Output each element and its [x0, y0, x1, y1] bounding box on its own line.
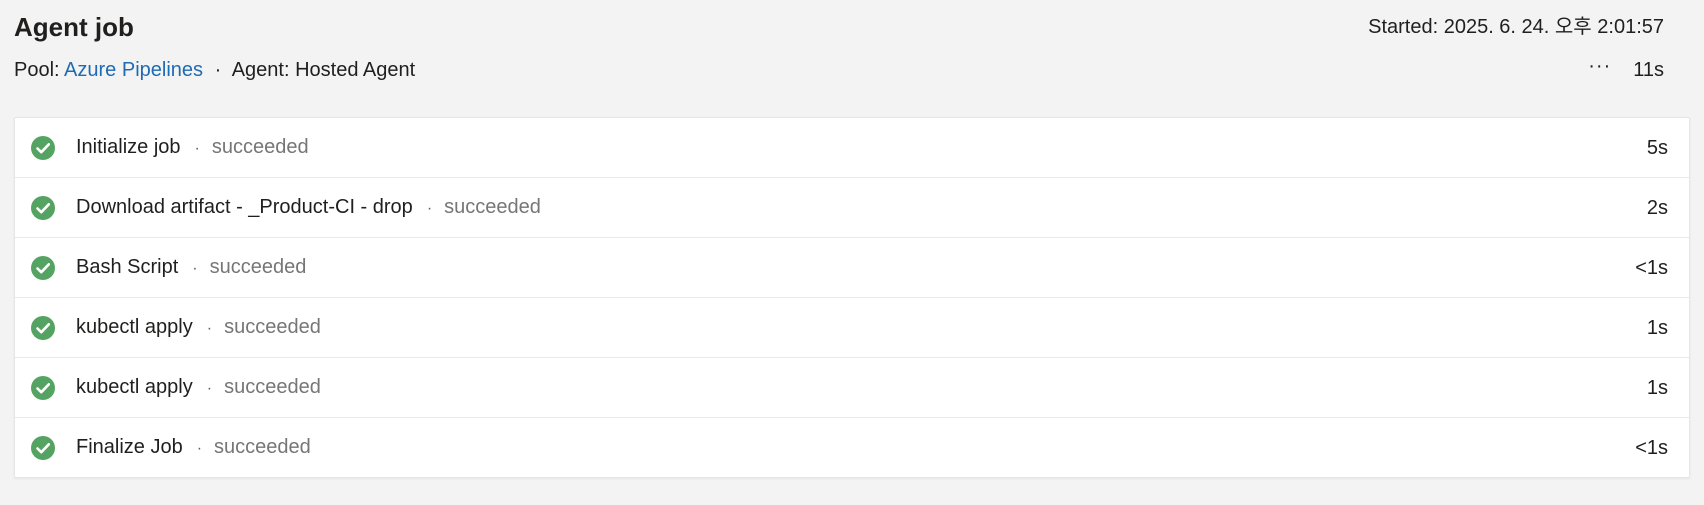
check-circle-icon — [31, 375, 55, 400]
step-name: Bash Script — [76, 255, 179, 278]
step-duration: 2s — [1646, 196, 1668, 219]
step-label: Download artifact - _Product-CI - drop · s… — [76, 192, 541, 224]
check-circle-icon — [31, 435, 55, 460]
separator-dot: · — [206, 319, 213, 337]
step-row[interactable]: Initialize job · succeeded 5s — [15, 118, 1689, 178]
separator-dot: · — [194, 139, 200, 157]
step-duration: <1s — [1635, 436, 1668, 459]
step-status: succeeded — [444, 195, 541, 218]
step-row[interactable]: Download artifact - _Product-CI - drop · s… — [15, 178, 1689, 238]
check-circle-icon — [31, 195, 55, 220]
step-duration: <1s — [1635, 256, 1668, 279]
separator-dot: · — [214, 59, 222, 81]
step-status: succeeded — [224, 375, 321, 398]
page-title: Agent job — [14, 12, 134, 42]
pool-label: Pool: — [14, 59, 60, 81]
check-circle-icon — [31, 255, 55, 280]
check-circle-icon — [31, 315, 55, 340]
agent-label: Agent: Hosted Agent — [231, 59, 416, 81]
step-name: kubectl apply — [76, 375, 193, 398]
step-label: Finalize Job · succeeded — [76, 432, 311, 464]
header-actions: ··· 11s — [1588, 55, 1664, 85]
total-duration: 11s — [1633, 59, 1664, 81]
step-duration: 1s — [1646, 376, 1668, 399]
step-row[interactable]: Finalize Job · succeeded <1s — [15, 418, 1689, 477]
step-row[interactable]: kubectl apply · succeeded 1s — [15, 358, 1689, 418]
step-label: Bash Script · succeeded — [76, 252, 306, 284]
step-label: kubectl apply · succeeded — [76, 312, 321, 344]
job-header: Agent job Started: 2025. 6. 24. 오후 2:01:… — [0, 0, 1704, 110]
pool-agent-line: Pool: Azure Pipelines · Agent: Hosted Ag… — [14, 55, 415, 85]
separator-dot: · — [196, 439, 203, 457]
step-name: Download artifact - _Product-CI - drop — [76, 195, 413, 218]
check-circle-icon — [31, 135, 55, 160]
step-status: succeeded — [211, 135, 309, 158]
step-name: kubectl apply — [76, 315, 193, 338]
step-row[interactable]: Bash Script · succeeded <1s — [15, 238, 1689, 298]
separator-dot: · — [206, 379, 213, 397]
steps-list: Initialize job · succeeded 5s Download art… — [14, 117, 1690, 478]
step-row[interactable]: kubectl apply · succeeded 1s — [15, 298, 1689, 358]
separator-dot: · — [426, 199, 433, 217]
step-name: Initialize job — [76, 135, 181, 158]
step-duration: 5s — [1646, 136, 1668, 159]
step-label: kubectl apply · succeeded — [76, 372, 321, 404]
step-duration: 1s — [1646, 316, 1668, 339]
step-status: succeeded — [209, 255, 307, 278]
step-label: Initialize job · succeeded — [76, 132, 309, 164]
step-status: succeeded — [214, 435, 311, 458]
pool-link[interactable]: Azure Pipelines — [64, 59, 203, 81]
separator-dot: · — [192, 259, 198, 277]
step-status: succeeded — [224, 315, 321, 338]
more-options-button[interactable]: ··· — [1588, 51, 1611, 81]
started-timestamp: Started: 2025. 6. 24. 오후 2:01:57 — [1368, 16, 1664, 38]
step-name: Finalize Job — [76, 435, 183, 458]
